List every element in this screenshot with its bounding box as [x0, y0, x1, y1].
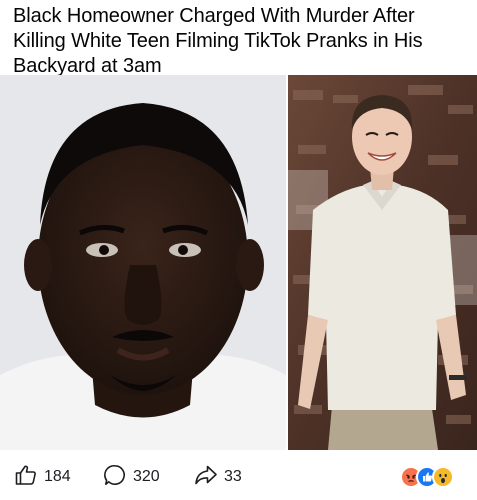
- share-arrow-icon: [194, 463, 218, 492]
- share-count: 33: [224, 468, 242, 485]
- comment-count: 320: [133, 468, 160, 485]
- teen-photo[interactable]: [288, 75, 477, 450]
- comment-button[interactable]: 320: [103, 463, 160, 492]
- like-count: 184: [44, 468, 71, 485]
- thumbs-up-icon: [14, 463, 38, 492]
- share-button[interactable]: 33: [194, 465, 242, 489]
- comment-bubble-icon: [103, 463, 127, 492]
- wow-reaction-icon: [432, 466, 454, 488]
- like-button[interactable]: 184: [14, 465, 71, 489]
- reactions-summary[interactable]: [400, 466, 468, 488]
- mugshot-photo[interactable]: [0, 75, 286, 450]
- post-headline[interactable]: Black Homeowner Charged With Murder Afte…: [13, 4, 469, 79]
- post-photo-collage[interactable]: [0, 75, 477, 450]
